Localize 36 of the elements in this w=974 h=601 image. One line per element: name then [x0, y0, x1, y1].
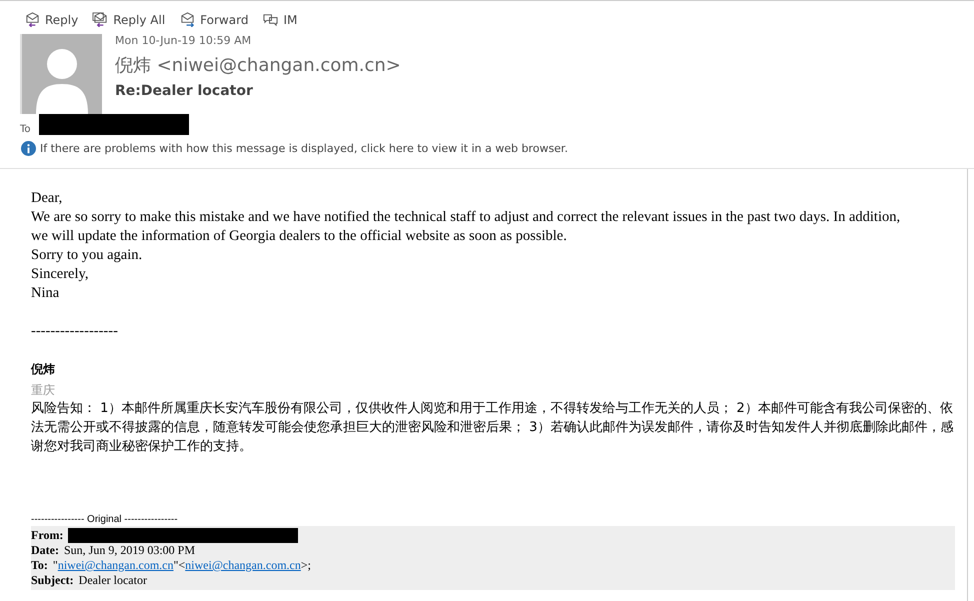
forward-icon [179, 12, 196, 27]
email-link[interactable]: niwei@changan.com.cn [58, 558, 174, 572]
sender-name: 倪炜 <niwei@changan.com.cn> [115, 54, 401, 77]
toolbar-button[interactable]: Forward [177, 11, 250, 28]
chat-icon [262, 12, 280, 27]
punctuation: "< [174, 558, 186, 572]
email-subject: Re:Dealer locator [115, 83, 254, 99]
signature-name: 倪炜 [31, 361, 56, 378]
body-text: We are so sorry to make this mistake and we have notified the technical staff to adjust and correct the relevant issues in the past two days. In addition, we will update the information of Georgia dealers to the official website as soon as possible. [31, 208, 902, 246]
info-message[interactable]: If there are problems with how this message is displayed, click here to view it in a web browser. [40, 142, 568, 155]
body-text: Nina [31, 284, 60, 303]
reply-icon [24, 12, 41, 27]
toolbar-button[interactable]: Reply [22, 11, 80, 28]
field-value: Sun, Jun 9, 2019 03:00 PM [64, 543, 196, 558]
field-label: To: [31, 558, 48, 573]
field-label: From: [31, 528, 64, 543]
original-separator: ---------------- Original ---------------- [31, 514, 179, 526]
email-link[interactable]: niwei@changan.com.cn [185, 558, 301, 572]
sent-date: Mon 10-Jun-19 10:59 AM [115, 34, 252, 47]
field-label: Subject: [31, 573, 74, 588]
to-label: To [20, 124, 31, 135]
body-text: Sincerely, [31, 265, 90, 284]
body-text: ------------------ [31, 322, 119, 341]
disclaimer-text: 风险告知： 1）本邮件所属重庆长安汽车股份有限公司，仅供收件人阅览和用于工作用途，不得转发给与工作无关的人员； 2）本邮件可能含有我公司保密的、依法无需公开或不得披露的信息，随意转发可能会使您承担巨大的泄密风险和泄密后果； 3）若确认此邮件为误发邮件，请你及时告知发件人并彻底删除此邮件，感谢您对我司商业秘密保护工作的支持。 [31, 400, 954, 456]
signature-city: 重庆 [31, 382, 56, 399]
toolbar-button[interactable]: Reply All [90, 11, 168, 28]
body-text: Sorry to you again. [31, 246, 144, 265]
avatar-icon [20, 34, 102, 114]
toolbar-button[interactable]: IM [260, 11, 300, 28]
punctuation: >; [300, 558, 311, 572]
punctuation: " [52, 558, 58, 572]
field-value: Dealer locator [78, 573, 147, 588]
body-text: Dear, [31, 189, 64, 208]
info-icon [21, 141, 36, 156]
field-label: Date: [31, 543, 59, 558]
reply-icon [92, 12, 110, 27]
